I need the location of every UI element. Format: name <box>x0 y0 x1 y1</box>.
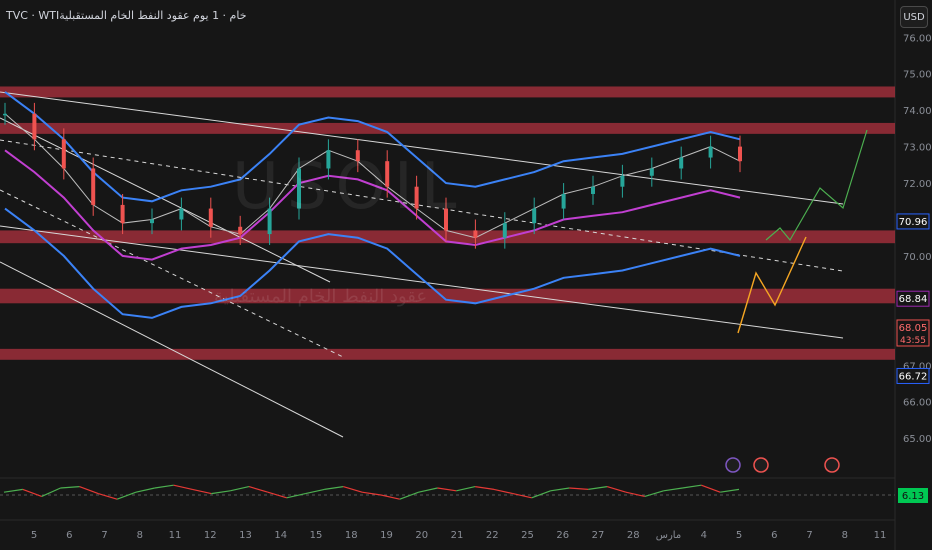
candle-body <box>32 113 37 140</box>
price-tag-countdown: 43:55 <box>900 336 926 346</box>
candle-body <box>208 208 213 227</box>
y-tick-label: 65.00 <box>903 434 932 445</box>
chart-background <box>0 0 932 550</box>
candle-body <box>150 219 154 224</box>
candle-body <box>620 175 625 187</box>
x-tick-label: 5 <box>31 530 37 541</box>
x-tick-label: 19 <box>380 530 393 541</box>
y-tick-label: 75.00 <box>903 70 932 81</box>
candle-body <box>561 193 566 209</box>
resistance-zone <box>0 288 895 304</box>
x-tick-label: 20 <box>415 530 428 541</box>
caption-watermark: ﻋﻘﻮﺩ ﺍﻟﻨﻔﻂ ﺍﻟﺨﺎﻡ ﺍﻟﻤﺴﺘﻘﺒﻠﻴﺔ <box>214 286 428 307</box>
y-tick-label: 70.00 <box>903 252 932 263</box>
x-tick-label: 11 <box>169 530 182 541</box>
x-tick-label: 21 <box>451 530 464 541</box>
x-tick-label: 4 <box>701 530 707 541</box>
candle-body <box>708 146 713 158</box>
x-tick-label: 22 <box>486 530 499 541</box>
x-tick-label: 5 <box>736 530 742 541</box>
rsi-value-label: 6.13 <box>902 491 924 502</box>
x-tick-label: 13 <box>239 530 252 541</box>
x-tick-label: 7 <box>806 530 812 541</box>
symbol-watermark: USOIL <box>232 150 465 224</box>
x-tick-label: 8 <box>842 530 848 541</box>
x-tick-label: 15 <box>310 530 323 541</box>
candle-body <box>738 146 742 162</box>
resistance-zone <box>0 122 895 134</box>
candle-body <box>120 204 125 224</box>
candle-body <box>679 157 684 169</box>
x-tick-label: 25 <box>521 530 534 541</box>
currency-button[interactable]: USD <box>900 6 928 28</box>
y-tick-label: 73.00 <box>903 143 932 154</box>
candle-body <box>238 226 243 235</box>
candle-body <box>473 230 478 238</box>
x-tick-label: 26 <box>556 530 569 541</box>
candle-body <box>649 168 654 176</box>
candle-body <box>532 208 537 224</box>
event-marker-icon <box>824 457 840 473</box>
price-tag-label: 66.72 <box>899 371 928 382</box>
resistance-zone <box>0 86 895 98</box>
chart-title: TVC · WTIﺧﺎﻡ · 1 ﻳﻮﻡ ﻋﻘﻮﺩ ﺍﻟﻨﻔﻂ ﺍﻟﺨﺎﻡ ﺍﻟ… <box>6 9 247 22</box>
x-tick-label: 11 <box>874 530 887 541</box>
x-tick-label: ﻣﺎﺭﺱ <box>656 530 681 541</box>
x-tick-label: 7 <box>101 530 107 541</box>
x-tick-label: 18 <box>345 530 358 541</box>
event-marker-icon <box>725 457 741 473</box>
x-tick-label: 12 <box>204 530 217 541</box>
price-chart[interactable]: 65.0066.0067.0070.0072.0073.0074.0075.00… <box>0 0 932 550</box>
candle-body <box>502 223 507 238</box>
y-tick-label: 66.00 <box>903 398 932 409</box>
candle-body <box>591 186 595 194</box>
x-tick-label: 6 <box>66 530 72 541</box>
y-tick-label: 74.00 <box>903 106 932 117</box>
y-tick-label: 76.00 <box>903 33 932 44</box>
candle-body <box>179 208 184 220</box>
candle-body <box>3 113 7 116</box>
x-tick-label: 6 <box>771 530 777 541</box>
y-tick-label: 72.00 <box>903 179 932 190</box>
x-tick-label: 28 <box>627 530 640 541</box>
x-tick-label: 8 <box>137 530 143 541</box>
candle-body <box>91 168 96 205</box>
price-tag-label: 68.05 <box>899 323 928 334</box>
price-tag-label: 70.96 <box>899 217 928 228</box>
x-tick-label: 14 <box>274 530 287 541</box>
resistance-zone <box>0 348 895 360</box>
candle-body <box>61 139 66 169</box>
event-marker-icon <box>753 457 769 473</box>
price-tag-label: 68.84 <box>899 294 928 305</box>
x-tick-label: 27 <box>592 530 605 541</box>
